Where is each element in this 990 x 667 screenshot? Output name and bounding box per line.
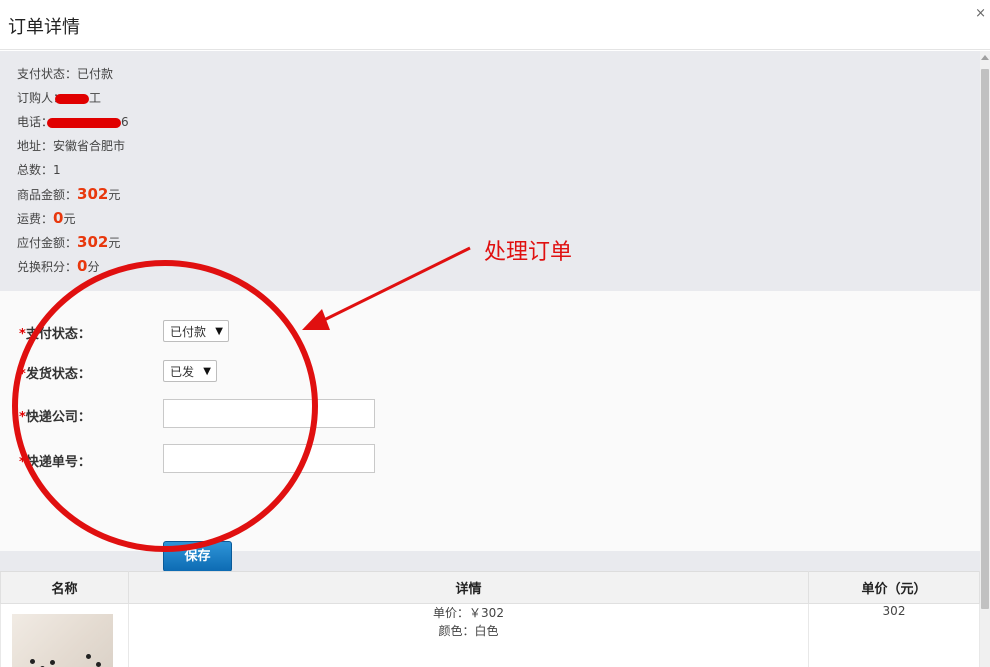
unit-price-cell: 302	[808, 603, 980, 667]
required-mark: *	[19, 327, 26, 342]
address-text: 地址：安徽省合肥市	[17, 139, 126, 153]
shipping-row: 运费：0元	[17, 209, 129, 233]
ship-status-label-text: 发货状态：	[25, 367, 91, 382]
table-header-row: 名称 详情 单价（元）	[0, 571, 980, 604]
annotation-text: 处理订单	[484, 240, 573, 265]
points-value: 0	[77, 257, 88, 275]
product-detail-cell: 单价：￥302 颜色：白色	[128, 603, 809, 667]
product-image[interactable]	[12, 614, 113, 667]
goods-amount-row: 商品金额：302元	[17, 185, 129, 209]
payable-value: 302	[77, 233, 109, 251]
order-info: 支付状态：已付款 订购人：工 电话： 6 地址：安徽省合肥市 总数：1 商品金额：…	[17, 65, 129, 281]
scroll-up-arrow-icon[interactable]	[981, 55, 989, 60]
required-mark: *	[19, 410, 26, 425]
buyer-name-tail: 工	[89, 91, 102, 105]
goods-amount-unit: 元	[108, 188, 121, 202]
tracking-label: *快递单号：	[19, 451, 91, 470]
detail-color: 颜色：白色	[438, 624, 499, 638]
detail-unit-price: 单价：￥302	[433, 606, 504, 620]
chevron-down-icon: ▼	[215, 326, 223, 337]
save-button[interactable]: 保存	[163, 541, 232, 572]
dialog-titlebar: 订单详情 ×	[0, 0, 990, 50]
points-label: 兑换积分：	[17, 260, 78, 274]
product-image-cell	[0, 603, 129, 667]
ship-status-select[interactable]: 已发 ▼	[163, 360, 217, 382]
pay-status-select[interactable]: 已付款 ▼	[163, 320, 229, 342]
courier-label-text: 快递公司：	[25, 410, 91, 425]
required-mark: *	[19, 367, 26, 382]
pay-status-label-text: 支付状态：	[25, 327, 91, 342]
payable-unit: 元	[108, 236, 121, 250]
column-header: 单价（元）	[808, 571, 980, 604]
points-row: 兑换积分：0分	[17, 257, 129, 281]
redaction-mark	[55, 93, 90, 104]
pay-status-label: *支付状态：	[19, 323, 91, 342]
items-table: 名称 详情 单价（元） 单价：￥302 颜色：白色 302	[0, 571, 980, 667]
required-mark: *	[19, 455, 26, 470]
pay-status-value: 已付款	[170, 325, 207, 339]
shipping-value: 0	[53, 209, 64, 227]
pay-status-text: 支付状态：已付款	[17, 67, 114, 81]
close-icon[interactable]: ×	[975, 6, 986, 21]
goods-amount-value: 302	[77, 185, 109, 203]
tracking-label-text: 快递单号：	[25, 455, 91, 470]
goods-amount-label: 商品金额：	[17, 188, 78, 202]
ship-status-label: *发货状态：	[19, 363, 91, 382]
column-header: 详情	[128, 571, 809, 604]
scrollbar-thumb[interactable]	[981, 69, 989, 609]
dialog-title: 订单详情	[8, 17, 80, 38]
scrollbar[interactable]	[980, 51, 990, 667]
ship-status-value: 已发	[170, 365, 195, 379]
shipping-unit: 元	[63, 212, 76, 226]
phone-row: 电话： 6	[17, 113, 129, 137]
total-count-text: 总数：1	[17, 163, 61, 177]
column-header: 名称	[0, 571, 129, 604]
buyer-row: 订购人：工	[17, 89, 129, 113]
phone-tail: 6	[121, 115, 129, 129]
table-row: 单价：￥302 颜色：白色 302	[0, 603, 980, 667]
chevron-down-icon: ▼	[203, 366, 211, 377]
courier-input[interactable]	[163, 399, 375, 428]
shipping-label: 运费：	[17, 212, 54, 226]
payable-row: 应付金额：302元	[17, 233, 129, 257]
tracking-input[interactable]	[163, 444, 375, 473]
order-process-form: *支付状态： 已付款 ▼ *发货状态： 已发 ▼ *快递公司： *快递单号： 保…	[0, 291, 980, 572]
dialog-content: 支付状态：已付款 订购人：工 电话： 6 地址：安徽省合肥市 总数：1 商品金额：…	[0, 51, 980, 667]
redaction-mark	[47, 117, 122, 128]
points-unit: 分	[87, 260, 100, 274]
payable-label: 应付金额：	[17, 236, 78, 250]
courier-label: *快递公司：	[19, 406, 91, 425]
